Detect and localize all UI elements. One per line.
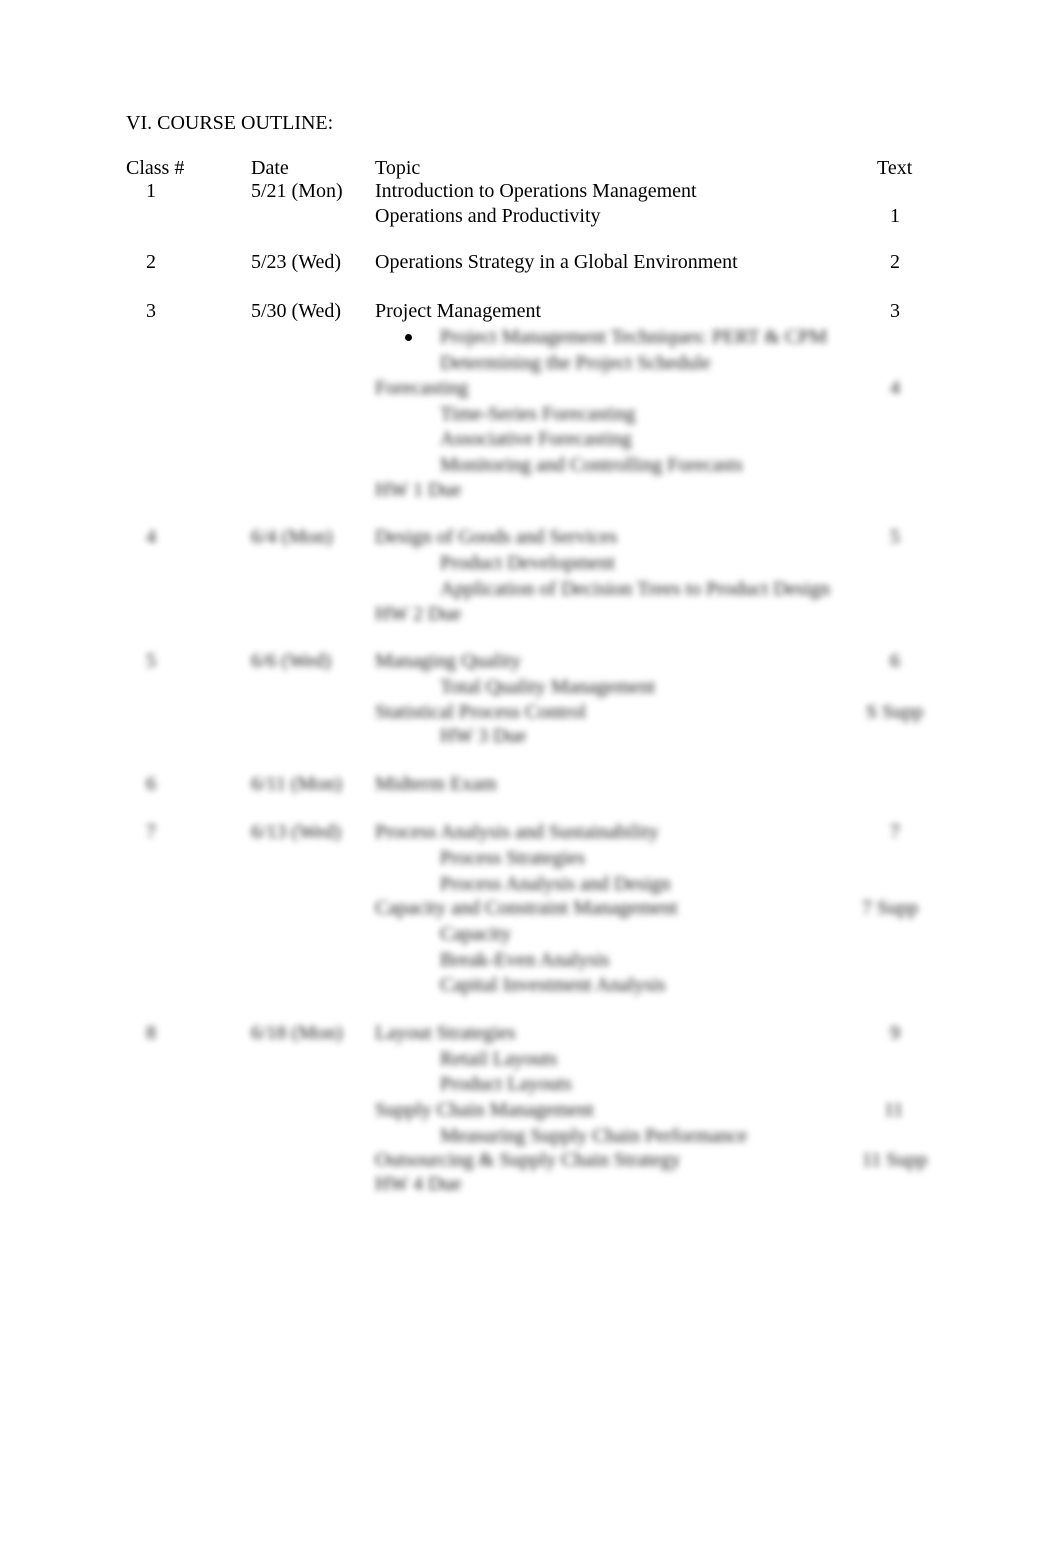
subtopic: Process Analysis and Design	[440, 873, 671, 895]
text-chapter: 7	[890, 821, 900, 843]
text-chapter: 5	[890, 526, 900, 548]
class-date: 6/13 (Wed)	[251, 821, 342, 843]
subtopic: Process Strategies	[440, 847, 585, 869]
subtopic: Time-Series Forecasting	[440, 403, 636, 425]
text-chapter: S Supp	[866, 701, 924, 723]
text-chapter: 9	[890, 1022, 900, 1044]
column-header-text: Text	[877, 157, 913, 179]
class-topic: Statistical Process Control	[375, 701, 587, 723]
text-chapter: 1	[890, 205, 900, 227]
text-chapter: 6	[890, 650, 900, 672]
subtopic: Monitoring and Controlling Forecasts	[440, 454, 743, 476]
column-header-class: Class #	[126, 157, 185, 179]
class-topic: Process Analysis and Sustainability	[375, 821, 659, 843]
subtopic: Product Layouts	[440, 1073, 572, 1095]
class-topic: Introduction to Operations Management	[375, 180, 697, 202]
text-chapter: 3	[890, 300, 900, 322]
class-date: 5/30 (Wed)	[251, 300, 342, 322]
subtopic: Retail Layouts	[440, 1048, 558, 1070]
class-date: 6/6 (Wed)	[251, 650, 332, 672]
class-topic: Forecasting	[375, 377, 469, 399]
class-number: 1	[146, 180, 156, 202]
homework-due: HW 1 Due	[375, 479, 462, 501]
subtopic: Capital Investment Analysis	[440, 974, 666, 996]
document-page: VI. COURSE OUTLINE: Class # Date Topic T…	[0, 0, 1062, 1556]
text-chapter: 11	[884, 1099, 904, 1121]
subtopic: Product Development	[440, 552, 615, 574]
subtopic: Break-Even Analysis	[440, 949, 610, 971]
subtopic: Capacity	[440, 923, 512, 945]
class-topic: Design of Goods and Services	[375, 526, 618, 548]
class-number: 8	[146, 1022, 156, 1044]
class-topic: Project Management	[375, 300, 542, 322]
class-date: 6/4 (Mon)	[251, 526, 333, 548]
class-topic: Supply Chain Management	[375, 1099, 594, 1121]
text-chapter: 11 Supp	[862, 1149, 928, 1171]
class-number: 4	[146, 526, 156, 548]
column-header-topic: Topic	[375, 157, 421, 179]
subtopic: Determining the Project Schedule	[440, 352, 711, 374]
homework-due: HW 4 Due	[375, 1173, 462, 1195]
class-date: 6/11 (Mon)	[251, 773, 342, 795]
class-topic: Midterm Exam	[375, 773, 497, 795]
section-title: VI. COURSE OUTLINE:	[126, 112, 334, 134]
subtopic: Measuring Supply Chain Performance	[440, 1125, 748, 1147]
class-number: 3	[146, 300, 156, 322]
class-date: 5/21 (Mon)	[251, 180, 343, 202]
class-topic: Outsourcing & Supply Chain Strategy	[375, 1149, 681, 1171]
subtopic: Associative Forecasting	[440, 428, 632, 450]
class-number: 7	[146, 821, 156, 843]
class-number: 5	[146, 650, 156, 672]
class-date: 6/18 (Mon)	[251, 1022, 343, 1044]
homework-due: HW 3 Due	[440, 725, 527, 747]
class-number: 6	[146, 773, 156, 795]
class-topic: Layout Strategies	[375, 1022, 516, 1044]
bullet-icon	[405, 334, 412, 341]
class-topic: Operations Strategy in a Global Environm…	[375, 251, 738, 273]
class-topic: Managing Quality	[375, 650, 522, 672]
text-chapter: 4	[890, 377, 900, 399]
subtopic: Application of Decision Trees to Product…	[440, 578, 830, 600]
class-topic: Capacity and Constraint Management	[375, 897, 678, 919]
homework-due: HW 2 Due	[375, 603, 462, 625]
subtopic: Project Management Techniques: PERT & CP…	[440, 326, 828, 348]
class-date: 5/23 (Wed)	[251, 251, 342, 273]
text-chapter: 7 Supp	[862, 897, 919, 919]
class-topic: Operations and Productivity	[375, 205, 601, 227]
subtopic: Total Quality Management	[440, 676, 656, 698]
column-header-date: Date	[251, 157, 289, 179]
text-chapter: 2	[890, 251, 900, 273]
class-number: 2	[146, 251, 156, 273]
